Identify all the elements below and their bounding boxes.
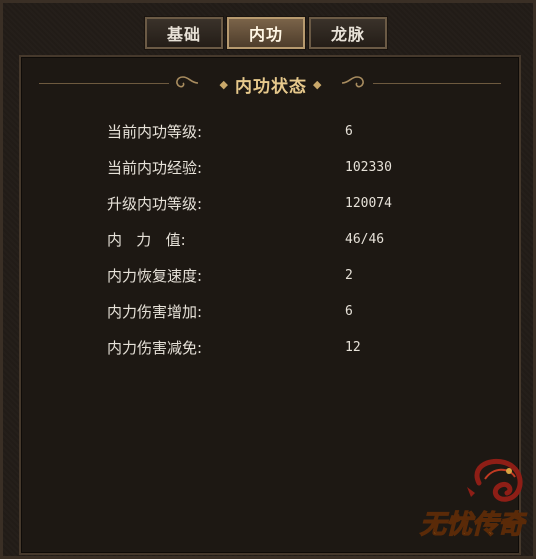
- section-title-text: 内功状态: [235, 76, 307, 97]
- tab-dragon-vein[interactable]: 龙脉: [308, 16, 388, 50]
- stat-value: 2: [345, 267, 353, 283]
- stat-value: 6: [345, 303, 353, 319]
- stat-row-exp: 当前内功经验: 102330: [107, 149, 392, 185]
- stat-label: 内力伤害减免:: [107, 338, 203, 357]
- stats-list: 当前内功等级: 6 当前内功经验: 102330 升级内功等级: 120074 …: [107, 113, 392, 365]
- stat-label: 内力恢复速度:: [107, 266, 203, 285]
- tab-internal-skill[interactable]: 内功: [226, 16, 306, 50]
- stat-label: 内 力 值:: [107, 230, 186, 249]
- stat-value: 12: [345, 339, 361, 355]
- tab-basic[interactable]: 基础: [144, 16, 224, 50]
- title-divider-left: [39, 83, 169, 84]
- stat-label: 当前内功等级:: [107, 122, 203, 141]
- stat-row-next-level: 升级内功等级: 120074: [107, 185, 392, 221]
- stat-value: 6: [345, 123, 353, 139]
- window-frame: 基础 内功 龙脉 ◆ 内功状态 ◆ 当前内功等级: 6 当前内功经验: 1023…: [0, 0, 536, 559]
- stat-row-damage-bonus: 内力伤害增加: 6: [107, 293, 392, 329]
- stat-label: 内力伤害增加:: [107, 302, 203, 321]
- stat-row-damage-reduction: 内力伤害减免: 12: [107, 329, 392, 365]
- stat-row-level: 当前内功等级: 6: [107, 113, 392, 149]
- tab-bar: 基础 内功 龙脉: [144, 16, 388, 50]
- stat-value: 102330: [345, 159, 392, 175]
- section-title: ◆ 内功状态 ◆: [201, 71, 341, 97]
- game-logo: 无忧传奇: [419, 458, 528, 541]
- logo-text: 无忧传奇: [420, 510, 527, 540]
- ornament-left-icon: [176, 76, 199, 88]
- diamond-icon: ◆: [219, 77, 229, 91]
- ornament-right-icon: [341, 76, 364, 88]
- stat-row-recovery: 内力恢复速度: 2: [107, 257, 392, 293]
- diamond-icon: ◆: [313, 77, 323, 91]
- stat-label: 当前内功经验:: [107, 158, 203, 177]
- stat-value: 46/46: [345, 231, 385, 247]
- stat-row-power: 内 力 值: 46/46: [107, 221, 392, 257]
- title-divider-right: [373, 83, 501, 84]
- stat-value: 120074: [345, 195, 392, 211]
- stat-label: 升级内功等级:: [107, 194, 203, 213]
